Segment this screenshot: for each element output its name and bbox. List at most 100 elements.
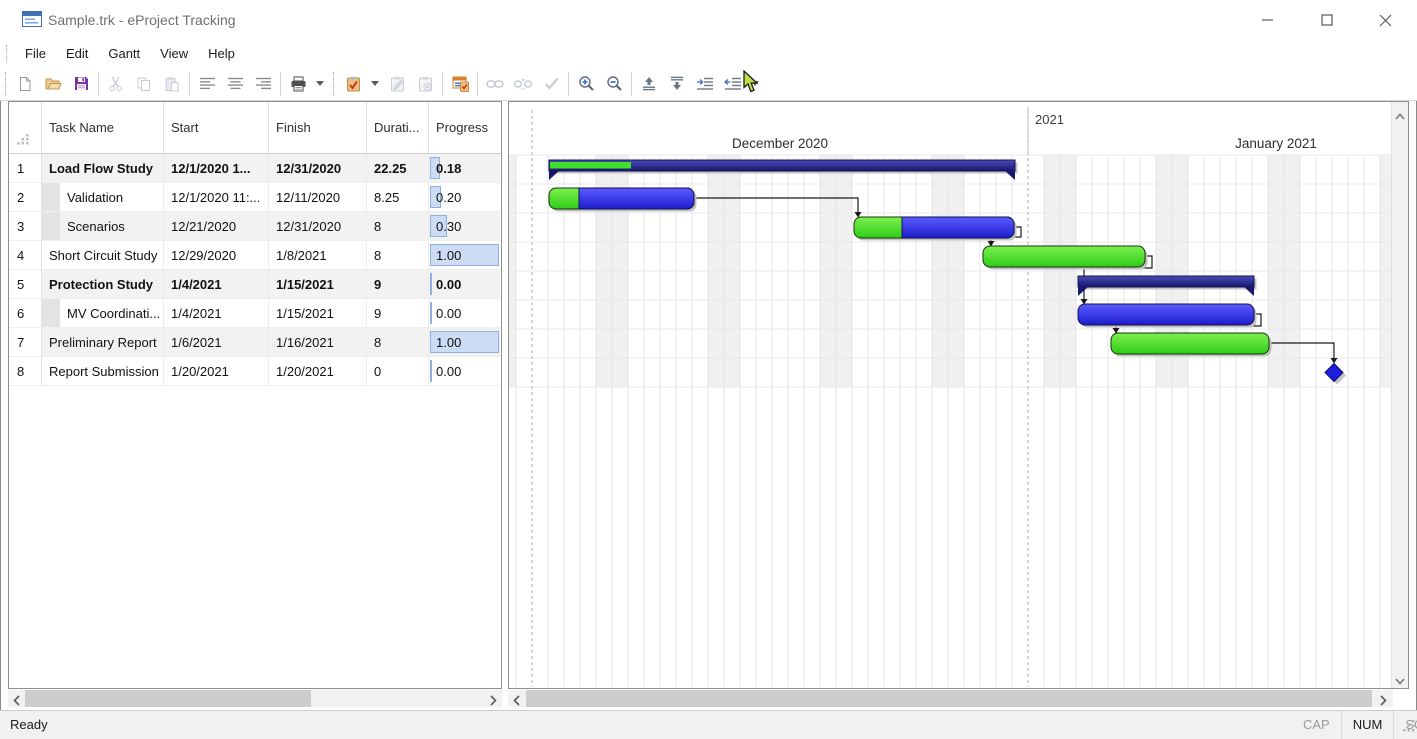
close-button[interactable] [1362,0,1408,40]
add-task-button[interactable] [339,71,367,97]
progress-cell[interactable]: 0.00 [429,299,500,328]
scroll-left-icon[interactable] [13,693,20,711]
new-document-button[interactable] [11,71,39,97]
task-name-cell[interactable]: Short Circuit Study [42,241,164,270]
table-scrollbar-thumb[interactable] [25,690,311,707]
gantt-scrollbar-thumb[interactable] [526,690,1372,707]
move-task-down-button[interactable] [663,71,691,97]
zoom-in-button[interactable] [572,71,600,97]
edit-task-button[interactable] [383,71,411,97]
align-right-button[interactable] [249,71,277,97]
finish-date-cell[interactable]: 1/15/2021 [269,270,367,299]
task-bar-row-2[interactable] [549,188,697,212]
scroll-up-icon[interactable] [1395,107,1405,125]
align-left-button[interactable] [193,71,221,97]
finish-date-cell[interactable]: 12/31/2020 [269,154,367,183]
row-number-cell[interactable]: 8 [9,357,42,386]
row-number-cell[interactable]: 1 [9,154,42,183]
print-options-dropdown[interactable] [316,81,324,86]
start-date-cell[interactable]: 12/29/2020 [164,241,269,270]
finish-date-cell[interactable]: 12/11/2020 [269,183,367,212]
table-row[interactable]: 8Report Submission1/20/20211/20/202100.0… [9,357,501,386]
print-button[interactable] [284,71,312,97]
table-row[interactable]: 7Preliminary Report1/6/20211/16/202181.0… [9,328,501,357]
minimize-button[interactable] [1245,0,1291,40]
delete-task-button[interactable] [411,71,439,97]
indent-task-button[interactable] [691,71,719,97]
finish-date-cell[interactable]: 1/8/2021 [269,241,367,270]
menu-help[interactable]: Help [198,41,245,67]
task-name-cell[interactable]: Validation [42,183,164,212]
scroll-down-icon[interactable] [1395,672,1405,690]
duration-cell[interactable]: 8.25 [367,183,429,212]
gantt-horizontal-scrollbar[interactable] [508,690,1393,707]
task-bar-row-7[interactable] [1111,333,1272,357]
link-tasks-button[interactable] [481,71,509,97]
table-horizontal-scrollbar[interactable] [8,690,502,707]
column-header-duration[interactable]: Durati... [367,102,429,153]
save-button[interactable] [67,71,95,97]
progress-cell[interactable]: 0.18 [429,154,500,183]
unlink-tasks-button[interactable] [509,71,537,97]
progress-cell[interactable]: 0.30 [429,212,500,241]
menu-file[interactable]: File [15,41,56,67]
progress-cell[interactable]: 0.00 [429,357,500,386]
task-name-cell[interactable]: Protection Study [42,270,164,299]
finish-date-cell[interactable]: 12/31/2020 [269,212,367,241]
start-date-cell[interactable]: 1/6/2021 [164,328,269,357]
task-bar-row-6[interactable] [1078,304,1257,328]
task-bar-row-3[interactable] [854,217,1017,241]
milestone-bar-row-8[interactable] [1325,364,1346,385]
move-task-up-button[interactable] [635,71,663,97]
task-name-cell[interactable]: Preliminary Report [42,328,164,357]
finish-date-cell[interactable]: 1/16/2021 [269,328,367,357]
validate-button[interactable] [537,71,565,97]
column-header-task-name[interactable]: Task Name [42,102,164,153]
zoom-out-button[interactable] [600,71,628,97]
duration-cell[interactable]: 0 [367,357,429,386]
cut-button[interactable] [102,71,130,97]
table-row[interactable]: 3Scenarios12/21/202012/31/202080.30 [9,212,501,241]
menu-edit[interactable]: Edit [56,41,98,67]
table-row[interactable]: 6MV Coordinati...1/4/20211/15/202190.00 [9,299,501,328]
paste-button[interactable] [158,71,186,97]
row-number-cell[interactable]: 4 [9,241,42,270]
scroll-right-icon[interactable] [1380,693,1387,711]
progress-cell[interactable]: 0.00 [429,270,500,299]
duration-cell[interactable]: 8 [367,328,429,357]
add-task-dropdown[interactable] [371,81,379,86]
row-number-cell[interactable]: 6 [9,299,42,328]
table-row[interactable]: 2Validation12/1/2020 11:...12/11/20208.2… [9,183,501,212]
finish-date-cell[interactable]: 1/20/2021 [269,357,367,386]
task-name-cell[interactable]: Report Submission [42,357,164,386]
table-row[interactable]: 5Protection Study1/4/20211/15/202190.00 [9,270,501,299]
start-date-cell[interactable]: 12/1/2020 1... [164,154,269,183]
gantt-vertical-scrollbar[interactable] [1391,102,1408,688]
start-date-cell[interactable]: 12/21/2020 [164,212,269,241]
progress-cell[interactable]: 0.20 [429,183,500,212]
align-center-button[interactable] [221,71,249,97]
duration-cell[interactable]: 8 [367,241,429,270]
start-date-cell[interactable]: 1/4/2021 [164,270,269,299]
row-number-cell[interactable]: 5 [9,270,42,299]
finish-date-cell[interactable]: 1/15/2021 [269,299,367,328]
table-row[interactable]: 1Load Flow Study12/1/2020 1...12/31/2020… [9,154,501,183]
gantt-chart[interactable]: 2021December 2020January 2021 [509,102,1391,688]
duration-cell[interactable]: 22.25 [367,154,429,183]
menu-view[interactable]: View [150,41,198,67]
start-date-cell[interactable]: 1/20/2021 [164,357,269,386]
duration-cell[interactable]: 9 [367,270,429,299]
scroll-right-icon[interactable] [490,693,497,711]
table-row[interactable]: 4Short Circuit Study12/29/20201/8/202181… [9,241,501,270]
column-header-progress[interactable]: Progress [429,102,500,153]
progress-cell[interactable]: 1.00 [429,328,500,357]
tracking-view-button[interactable] [446,71,474,97]
menu-gantt[interactable]: Gantt [98,41,150,67]
progress-cell[interactable]: 1.00 [429,241,500,270]
row-number-cell[interactable]: 3 [9,212,42,241]
task-name-cell[interactable]: Load Flow Study [42,154,164,183]
copy-button[interactable] [130,71,158,97]
column-header-start[interactable]: Start [164,102,269,153]
start-date-cell[interactable]: 12/1/2020 11:... [164,183,269,212]
row-number-cell[interactable]: 7 [9,328,42,357]
